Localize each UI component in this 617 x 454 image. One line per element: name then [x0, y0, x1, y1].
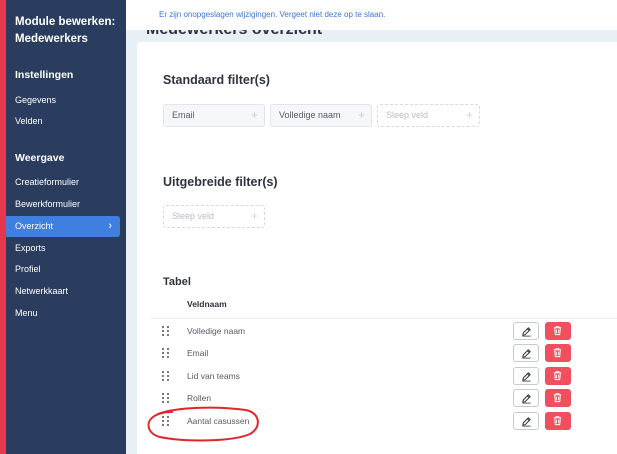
- standard-filter-dropzone[interactable]: Sleep veld +: [377, 104, 480, 127]
- row-label: Volledige naam: [187, 326, 246, 336]
- edit-icon: [522, 372, 531, 382]
- column-header-veldnaam: Veldnaam: [187, 299, 227, 309]
- filter-field-label: Volledige naam: [279, 110, 341, 120]
- table-heading: Tabel: [163, 276, 191, 288]
- sidebar-title-line1: Module bewerken:: [15, 16, 116, 28]
- plus-icon[interactable]: +: [251, 206, 258, 227]
- drag-handle-icon[interactable]: [162, 393, 169, 404]
- sidebar: Module bewerken: Medewerkers Instellinge…: [0, 0, 126, 454]
- sidebar-item-bewerkformulier[interactable]: Bewerkformulier: [6, 194, 120, 215]
- plus-icon[interactable]: +: [466, 105, 473, 126]
- table-divider: [151, 318, 617, 319]
- delete-button[interactable]: [545, 412, 571, 430]
- edit-button[interactable]: [513, 389, 539, 407]
- standard-filters-heading: Standaard filter(s): [163, 73, 270, 87]
- sidebar-item-menu[interactable]: Menu: [6, 303, 120, 324]
- advanced-filter-dropzone[interactable]: Sleep veld +: [163, 205, 265, 228]
- section-view: Weergave: [15, 152, 65, 164]
- edit-button[interactable]: [513, 322, 539, 340]
- chevron-right-icon: ›: [108, 220, 112, 232]
- section-settings: Instellingen: [15, 69, 74, 81]
- drag-handle-icon[interactable]: [162, 371, 169, 382]
- annotation-circle: [147, 406, 259, 442]
- sidebar-item-exports[interactable]: Exports: [6, 238, 120, 259]
- sidebar-title-line2: Medewerkers: [15, 33, 88, 45]
- advanced-filters-heading: Uitgebreide filter(s): [163, 175, 278, 189]
- dropzone-placeholder: Sleep veld: [386, 110, 429, 120]
- delete-button[interactable]: [545, 322, 571, 340]
- dropzone-placeholder: Sleep veld: [172, 211, 215, 221]
- plus-icon[interactable]: +: [251, 105, 258, 126]
- notice-text: Er zijn onopgeslagen wijzigingen. Vergee…: [159, 10, 386, 19]
- plus-icon[interactable]: +: [358, 105, 365, 126]
- filter-field-label: Email: [172, 110, 195, 120]
- page-title: Medewerkers overzicht: [146, 30, 346, 42]
- table-row: Email: [151, 343, 617, 365]
- drag-handle-icon[interactable]: [162, 326, 169, 337]
- sidebar-item-label: Overzicht: [15, 221, 54, 231]
- sidebar-title: Module bewerken: Medewerkers: [15, 14, 115, 48]
- edit-button[interactable]: [513, 344, 539, 362]
- edit-icon: [522, 417, 531, 427]
- edit-icon: [522, 394, 531, 404]
- unsaved-changes-notice: Er zijn onopgeslagen wijzigingen. Vergee…: [126, 0, 617, 30]
- trash-icon: [553, 326, 562, 336]
- sidebar-item-velden[interactable]: Velden: [6, 111, 120, 132]
- row-label: Rollen: [187, 393, 212, 403]
- delete-button[interactable]: [545, 344, 571, 362]
- edit-icon: [522, 327, 531, 337]
- drag-handle-icon[interactable]: [162, 348, 169, 359]
- filter-field-volledige-naam[interactable]: Volledige naam +: [270, 104, 372, 127]
- sidebar-item-netwerkkaart[interactable]: Netwerkkaart: [6, 281, 120, 302]
- sidebar-item-profiel[interactable]: Profiel: [6, 259, 120, 280]
- sidebar-item-gegevens[interactable]: Gegevens: [6, 90, 120, 111]
- trash-icon: [553, 416, 562, 426]
- row-label: Lid van teams: [187, 371, 240, 381]
- edit-icon: [522, 349, 531, 359]
- page-title-text: Medewerkers overzicht: [146, 30, 322, 39]
- sidebar-item-overzicht[interactable]: Overzicht ›: [6, 216, 120, 237]
- delete-button[interactable]: [545, 389, 571, 407]
- row-label: Email: [187, 348, 209, 358]
- trash-icon: [553, 348, 562, 358]
- delete-button[interactable]: [545, 367, 571, 385]
- trash-icon: [553, 393, 562, 403]
- filter-field-email[interactable]: Email +: [163, 104, 265, 127]
- trash-icon: [553, 371, 562, 381]
- sidebar-item-creatieformulier[interactable]: Creatieformulier: [6, 172, 120, 193]
- table-row: Lid van teams: [151, 366, 617, 388]
- edit-button[interactable]: [513, 367, 539, 385]
- table-row: Volledige naam: [151, 321, 617, 343]
- edit-button[interactable]: [513, 412, 539, 430]
